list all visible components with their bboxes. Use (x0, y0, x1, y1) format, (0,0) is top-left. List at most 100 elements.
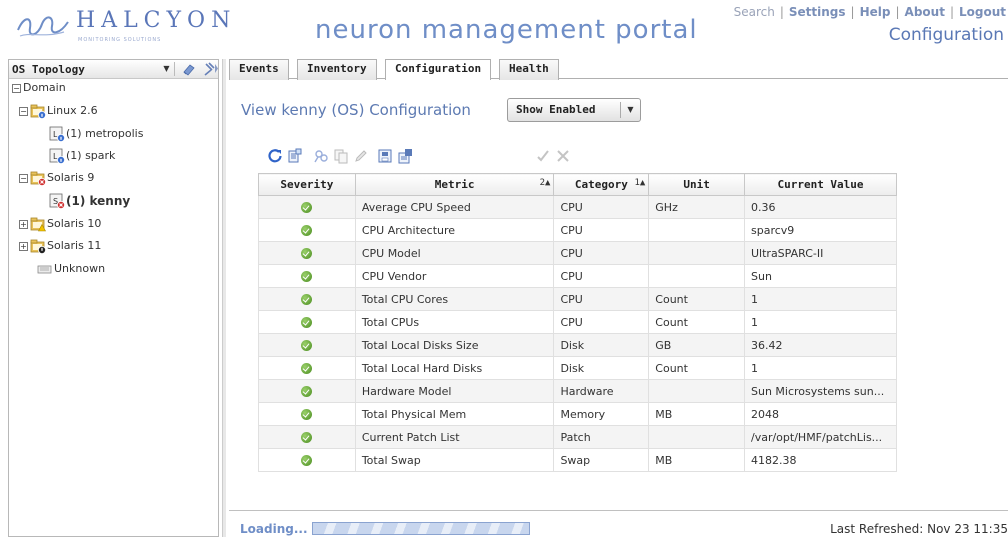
category-cell: CPU (553, 218, 650, 242)
os-topology-panel: OS Topology ▼ − Domain − Linux 2.6 L (1) … (8, 59, 219, 537)
sidebar-header: OS Topology ▼ (9, 60, 218, 79)
column-header-current-value[interactable]: Current Value (744, 173, 897, 196)
status-ok-icon (301, 225, 313, 236)
tree-node-unknown[interactable]: Unknown (37, 260, 105, 278)
tree-node-label: (1) metropolis (66, 127, 144, 140)
status-ok-icon (301, 248, 313, 259)
severity-cell (258, 379, 356, 403)
current-value-cell: Sun Microsystems sun... (744, 379, 897, 403)
tab-health[interactable]: Health (499, 59, 559, 80)
tree-node-solaris-11[interactable]: + Solaris 11 (19, 237, 101, 255)
expand-icon[interactable]: + (19, 219, 28, 229)
status-ok-icon (301, 317, 313, 328)
category-cell: CPU (553, 264, 650, 288)
tab-events[interactable]: Events (229, 59, 289, 80)
table-row[interactable]: Total Swap Swap MB 4182.38 (258, 448, 897, 472)
table-row[interactable]: CPU Vendor CPU Sun (258, 264, 897, 288)
table-row[interactable]: Current Patch List Patch/var/opt/HMF/patc… (258, 425, 897, 449)
tab-bar: Events Inventory Configuration Health (229, 59, 1008, 80)
status-ok-icon (301, 363, 313, 374)
severity-cell (258, 218, 356, 242)
current-value-cell: 36.42 (744, 333, 897, 357)
pin-icon[interactable] (202, 61, 218, 77)
host-info-icon: L (49, 148, 65, 164)
tree-node-solaris-10[interactable]: + Solaris 10 (19, 215, 101, 233)
host-info-icon: L (49, 126, 65, 142)
panel-splitter[interactable] (222, 59, 226, 537)
category-cell: Patch (553, 425, 650, 449)
expand-icon[interactable]: + (19, 241, 28, 251)
severity-cell (258, 356, 356, 380)
export-icon[interactable] (286, 148, 304, 166)
configuration-table: Severity Metric 2▲ Category 1▲ Unit Curren… (258, 173, 897, 472)
logout-link[interactable]: Logout (959, 5, 1006, 19)
copy-icon[interactable] (332, 148, 350, 166)
table-row[interactable]: Total CPUs CPU Count 1 (258, 310, 897, 334)
chevron-down-icon[interactable]: ▼ (620, 102, 640, 118)
current-value-cell: /var/opt/HMF/patchLis... (744, 425, 897, 449)
tree-node-metropolis[interactable]: L (1) metropolis (49, 125, 143, 143)
table-row[interactable]: Total Local Hard Disks Disk Count 1 (258, 356, 897, 380)
metric-cell: Average CPU Speed (354, 195, 555, 219)
settings-link[interactable]: Settings (789, 5, 846, 19)
tree-node-linux-2-6[interactable]: − Linux 2.6 (19, 102, 98, 120)
show-enabled-select[interactable]: Show Enabled ▼ (507, 98, 641, 122)
apply-icon[interactable] (534, 148, 552, 166)
status-ok-icon (301, 386, 313, 397)
page-section-title: Configuration (888, 25, 1004, 45)
sort-indicator: 2▲ (539, 178, 551, 188)
metric-cell: CPU Architecture (354, 218, 555, 242)
current-value-cell: 1 (744, 310, 897, 334)
severity-cell (258, 448, 356, 472)
unit-cell (648, 264, 745, 288)
collapse-icon[interactable]: − (19, 106, 28, 116)
chevron-down-icon[interactable]: ▼ (159, 62, 175, 76)
sort-indicator: 1▲ (634, 178, 646, 188)
tab-inventory[interactable]: Inventory (297, 59, 377, 80)
category-cell: CPU (553, 195, 650, 219)
save-icon[interactable] (376, 148, 394, 166)
tree-node-kenny[interactable]: S (1) kenny (49, 192, 130, 210)
table-row[interactable]: Average CPU Speed CPU GHz 0.36 (258, 195, 897, 219)
about-link[interactable]: About (905, 5, 945, 19)
find-icon[interactable] (312, 148, 330, 166)
severity-cell (258, 333, 356, 357)
table-row[interactable]: CPU Model CPU UltraSPARC-II (258, 241, 897, 265)
severity-cell (258, 287, 356, 311)
metric-cell: Total CPUs (354, 310, 555, 334)
collapse-icon[interactable]: − (12, 83, 21, 93)
properties-icon[interactable] (396, 148, 414, 166)
table-row[interactable]: Hardware Model Hardware Sun Microsystems s… (258, 379, 897, 403)
unit-cell: GB (648, 333, 745, 357)
column-label: Category (574, 178, 628, 191)
unit-cell (648, 241, 745, 265)
edit-icon[interactable] (352, 148, 370, 166)
tab-configuration[interactable]: Configuration (385, 59, 492, 80)
table-row[interactable]: Total Local Disks Size Disk GB 36.42 (258, 333, 897, 357)
table-row[interactable]: CPU Architecture CPU sparcv9 (258, 218, 897, 242)
tree-node-label: Solaris 11 (47, 239, 102, 252)
refresh-icon[interactable] (266, 148, 284, 166)
collapse-icon[interactable]: − (19, 173, 28, 183)
table-row[interactable]: Total Physical Mem Memory MB 2048 (258, 402, 897, 426)
status-bar: Loading... Last Refreshed: Nov 23 11:35 (229, 510, 1008, 543)
folder-warning-icon (30, 216, 47, 232)
metric-cell: CPU Vendor (354, 264, 555, 288)
column-header-category[interactable]: Category 1▲ (553, 173, 650, 196)
tree-node-spark[interactable]: L (1) spark (49, 147, 115, 165)
column-header-severity[interactable]: Severity (258, 173, 356, 196)
tree-node-domain[interactable]: − Domain (12, 79, 66, 97)
table-row[interactable]: Total CPU Cores CPU Count 1 (258, 287, 897, 311)
metric-cell: Total Physical Mem (354, 402, 555, 426)
help-link[interactable]: Help (860, 5, 891, 19)
metric-cell: Total Local Hard Disks (354, 356, 555, 380)
column-header-metric[interactable]: Metric 2▲ (354, 173, 555, 196)
cancel-icon[interactable] (554, 148, 572, 166)
eraser-icon[interactable] (182, 62, 196, 76)
portal-title: neuron management portal (315, 15, 698, 45)
folder-info-icon (30, 103, 46, 119)
tree-node-solaris-9[interactable]: − Solaris 9 (19, 169, 94, 187)
search-link[interactable]: Search (734, 5, 775, 19)
logo-tagline: MONITORING SOLUTIONS (78, 37, 162, 43)
column-header-unit[interactable]: Unit (648, 173, 745, 196)
